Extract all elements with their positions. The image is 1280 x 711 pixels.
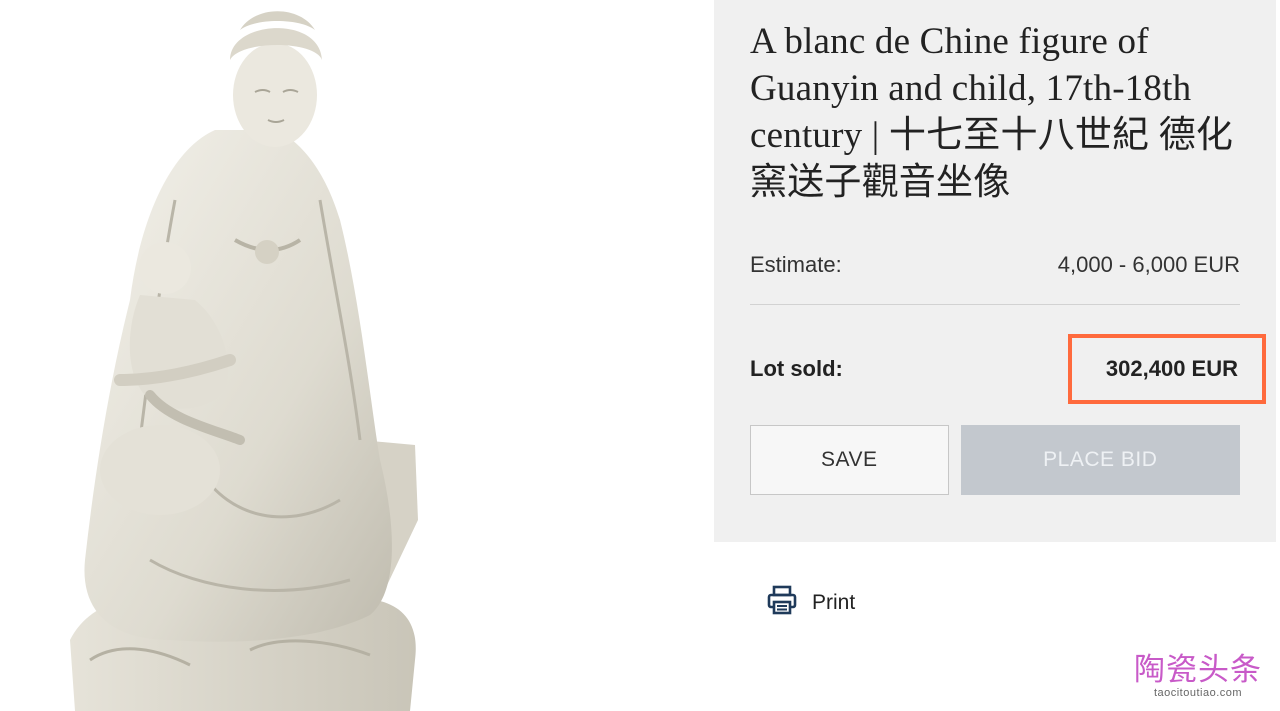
- watermark-url: taocitoutiao.com: [1153, 687, 1243, 699]
- lot-sold-label: Lot sold:: [750, 356, 843, 381]
- lot-details-panel: A blanc de Chine figure of Guanyin and c…: [714, 0, 1276, 542]
- lot-title: A blanc de Chine figure of Guanyin and c…: [750, 21, 1234, 203]
- lot-page: A blanc de Chine figure of Guanyin and c…: [0, 0, 1280, 711]
- place-bid-button[interactable]: PLACE BID: [960, 425, 1240, 495]
- lot-image[interactable]: [0, 0, 700, 711]
- estimate-label: Estimate:: [750, 252, 842, 277]
- print-label: Print: [812, 590, 856, 614]
- lot-sold-value: 302,400 EUR: [1067, 334, 1266, 404]
- watermark-logo-text: 陶瓷头条: [1134, 652, 1262, 688]
- estimate-value: 4,000 - 6,000 EUR: [1057, 252, 1240, 277]
- lot-actions: SAVE PLACE BID: [750, 425, 1240, 495]
- save-button[interactable]: SAVE: [750, 425, 949, 495]
- lot-sold-row: Lot sold: 302,400 EUR: [750, 334, 1266, 404]
- site-watermark: 陶瓷头条 taocitoutiao.com: [1134, 653, 1262, 699]
- printer-icon: [766, 584, 798, 621]
- porcelain-figure-image: [70, 11, 418, 711]
- estimate-row: Estimate: 4,000 - 6,000 EUR: [750, 244, 1240, 305]
- print-link[interactable]: Print: [766, 584, 855, 621]
